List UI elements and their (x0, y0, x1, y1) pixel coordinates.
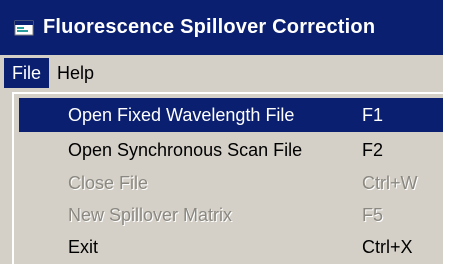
menu-item-label: Exit (68, 236, 99, 257)
menu-item-shortcut: F1 (362, 104, 384, 125)
menu-bar: File Help (0, 57, 443, 89)
menu-help[interactable]: Help (49, 58, 102, 88)
app-window-icon (14, 20, 34, 36)
menu-item-shortcut: Ctrl+W (362, 172, 418, 193)
application-window: Fluorescence Spillover Correction File H… (0, 0, 443, 264)
menu-file[interactable]: File (4, 58, 50, 88)
menu-item-new-spillover-matrix: New Spillover Matrix F5 (19, 198, 443, 232)
menu-item-open-fixed-wavelength-file[interactable]: Open Fixed Wavelength File F1 (19, 98, 443, 132)
menu-item-close-file: Close File Ctrl+W (19, 166, 443, 200)
menu-item-shortcut: F5 (362, 204, 384, 225)
menu-item-label: Open Synchronous Scan File (68, 139, 303, 160)
menu-item-shortcut: Ctrl+X (362, 236, 413, 257)
menu-item-open-synchronous-scan-file[interactable]: Open Synchronous Scan File F2 (19, 133, 443, 167)
menu-item-label: Open Fixed Wavelength File (68, 104, 295, 125)
menu-item-label: Close File (68, 172, 149, 193)
menu-item-label: New Spillover Matrix (68, 204, 233, 225)
menu-item-exit[interactable]: Exit Ctrl+X (19, 230, 443, 264)
title-bar[interactable]: Fluorescence Spillover Correction (0, 0, 443, 55)
window-title: Fluorescence Spillover Correction (43, 16, 376, 38)
menu-item-shortcut: F2 (362, 139, 384, 160)
file-dropdown-menu: Open Fixed Wavelength File F1 Open Synch… (12, 92, 443, 264)
